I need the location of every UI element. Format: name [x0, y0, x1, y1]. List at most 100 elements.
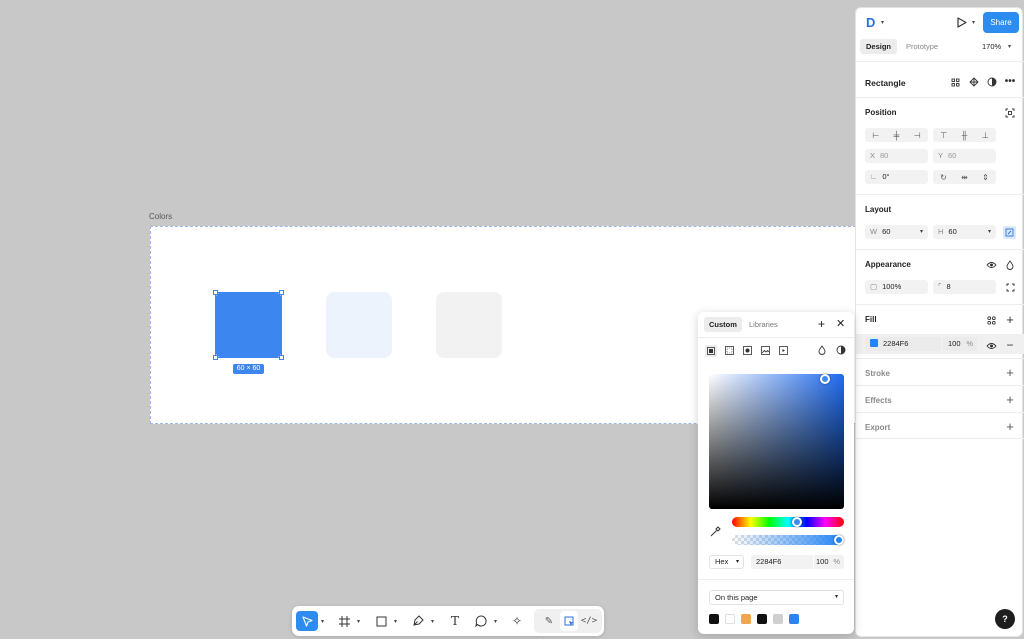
- plus-icon[interactable]: +: [1004, 366, 1016, 379]
- eyedropper-icon[interactable]: [710, 526, 721, 539]
- share-button[interactable]: Share: [983, 12, 1019, 33]
- picker-tab-custom[interactable]: Custom: [704, 317, 742, 332]
- flip-horizontal-icon[interactable]: ⇹: [961, 173, 968, 182]
- hue-knob[interactable]: [792, 517, 802, 527]
- swatch-scope-select[interactable]: On this page ▾: [709, 590, 844, 605]
- constraints-icon[interactable]: [1004, 107, 1016, 119]
- plus-icon[interactable]: +: [1004, 393, 1016, 406]
- minus-icon[interactable]: −: [1004, 339, 1016, 351]
- height-field[interactable]: H 60 ▾: [933, 225, 996, 239]
- resize-handle-top-left[interactable]: [213, 290, 218, 295]
- chevron-down-icon[interactable]: ▾: [835, 591, 838, 604]
- mask-icon[interactable]: [986, 76, 998, 88]
- draw-mode-icon[interactable]: ✎: [541, 611, 557, 631]
- align-bottom-icon[interactable]: ⊥: [982, 131, 989, 140]
- image-fill-icon[interactable]: [761, 346, 770, 357]
- document-color-swatch[interactable]: [725, 614, 735, 624]
- light-blue-swatch[interactable]: [326, 292, 392, 358]
- saturation-area[interactable]: [709, 374, 844, 509]
- resize-handle-bottom-left[interactable]: [213, 355, 218, 360]
- close-icon[interactable]: ✕: [836, 317, 845, 330]
- play-icon[interactable]: [957, 17, 967, 30]
- eye-icon[interactable]: [985, 259, 997, 271]
- zoom-level[interactable]: 170%: [982, 42, 1001, 51]
- plus-icon[interactable]: +: [818, 317, 825, 331]
- align-middle-icon[interactable]: ╫: [962, 131, 968, 140]
- resize-handle-bottom-right[interactable]: [279, 355, 284, 360]
- document-color-swatch[interactable]: [757, 614, 767, 624]
- chevron-down-icon[interactable]: ▾: [736, 556, 739, 568]
- fill-color-chip[interactable]: [870, 339, 878, 347]
- solid-fill-icon[interactable]: [705, 345, 717, 357]
- saturation-knob[interactable]: [820, 374, 830, 384]
- rotate-icon[interactable]: ↻: [940, 173, 947, 182]
- video-fill-icon[interactable]: [779, 346, 788, 357]
- fill-opacity-field[interactable]: 100 %: [943, 337, 977, 351]
- width-field[interactable]: W 60 ▾: [865, 225, 928, 239]
- color-format-select[interactable]: Hex ▾: [709, 555, 744, 569]
- more-icon[interactable]: •••: [1004, 76, 1016, 88]
- drop-icon[interactable]: [1004, 259, 1016, 271]
- dev-mode-icon[interactable]: </>: [581, 611, 597, 631]
- color-contrast-icon[interactable]: [836, 345, 846, 357]
- chevron-down-icon[interactable]: ▾: [881, 19, 884, 26]
- pen-tool-icon[interactable]: [410, 611, 426, 631]
- chevron-down-icon[interactable]: ▾: [357, 618, 360, 625]
- chevron-down-icon[interactable]: ▾: [988, 225, 991, 239]
- document-color-swatch[interactable]: [741, 614, 751, 624]
- grid-icon[interactable]: [949, 76, 961, 88]
- help-button[interactable]: ?: [995, 609, 1015, 629]
- chevron-down-icon[interactable]: ▾: [1008, 43, 1011, 50]
- align-left-icon[interactable]: ⊢: [872, 131, 879, 140]
- rectangle-tool-icon[interactable]: [373, 611, 389, 631]
- eye-icon[interactable]: [985, 340, 997, 352]
- rotation-field[interactable]: ∟ 0°: [865, 170, 928, 184]
- alpha-slider[interactable]: [732, 535, 844, 545]
- plus-icon[interactable]: +: [1004, 313, 1016, 326]
- component-icon[interactable]: [968, 76, 980, 88]
- tab-prototype[interactable]: Prototype: [902, 39, 942, 54]
- radial-gradient-icon[interactable]: [743, 346, 752, 357]
- alpha-knob[interactable]: [834, 535, 844, 545]
- opacity-field[interactable]: ▢ 100%: [865, 280, 928, 294]
- light-gray-swatch[interactable]: [436, 292, 502, 358]
- chevron-down-icon[interactable]: ▾: [431, 618, 434, 625]
- align-center-h-icon[interactable]: ╪: [894, 131, 900, 140]
- app-logo[interactable]: D: [866, 15, 875, 30]
- document-color-swatch[interactable]: [789, 614, 799, 624]
- linear-gradient-icon[interactable]: [725, 346, 734, 357]
- actions-sparkle-icon[interactable]: ✧: [509, 611, 525, 631]
- hue-slider[interactable]: [732, 517, 844, 527]
- align-top-icon[interactable]: ⊤: [940, 131, 947, 140]
- chevron-down-icon[interactable]: ▾: [920, 225, 923, 239]
- chevron-down-icon[interactable]: ▾: [394, 618, 397, 625]
- move-tool-icon[interactable]: [296, 611, 318, 631]
- x-field[interactable]: X 80: [865, 149, 928, 163]
- design-mode-icon[interactable]: [560, 611, 578, 631]
- independent-corners-icon[interactable]: [1004, 281, 1016, 293]
- tab-design[interactable]: Design: [860, 39, 898, 54]
- frame-label[interactable]: Colors: [149, 212, 172, 221]
- frame-tool-icon[interactable]: [336, 611, 352, 631]
- chevron-down-icon[interactable]: ▾: [972, 19, 975, 26]
- appearance-section: Appearance ▢ 100% ⌜ 8: [856, 249, 1024, 304]
- align-right-icon[interactable]: ⊣: [914, 131, 921, 140]
- comment-tool-icon[interactable]: [473, 611, 489, 631]
- document-color-swatch[interactable]: [773, 614, 783, 624]
- y-field[interactable]: Y 60: [933, 149, 996, 163]
- resize-to-fit-icon[interactable]: [1003, 226, 1016, 239]
- plus-icon[interactable]: +: [1004, 420, 1016, 433]
- resize-handle-top-right[interactable]: [279, 290, 284, 295]
- picker-tab-libraries[interactable]: Libraries: [744, 317, 783, 332]
- styles-icon[interactable]: [985, 314, 997, 326]
- chevron-down-icon[interactable]: ▾: [494, 618, 497, 625]
- chevron-down-icon[interactable]: ▾: [321, 618, 324, 625]
- picker-hex-field[interactable]: 2284F6 100 %: [751, 555, 844, 569]
- document-color-swatch[interactable]: [709, 614, 719, 624]
- corner-radius-field[interactable]: ⌜ 8: [933, 280, 996, 294]
- flip-vertical-icon[interactable]: ⇕: [982, 173, 989, 182]
- text-tool-icon[interactable]: T: [447, 611, 463, 631]
- blend-mode-icon[interactable]: [818, 345, 826, 357]
- fill-hex-field[interactable]: 2284F6: [865, 337, 941, 351]
- picker-opacity-value[interactable]: 100: [813, 555, 829, 569]
